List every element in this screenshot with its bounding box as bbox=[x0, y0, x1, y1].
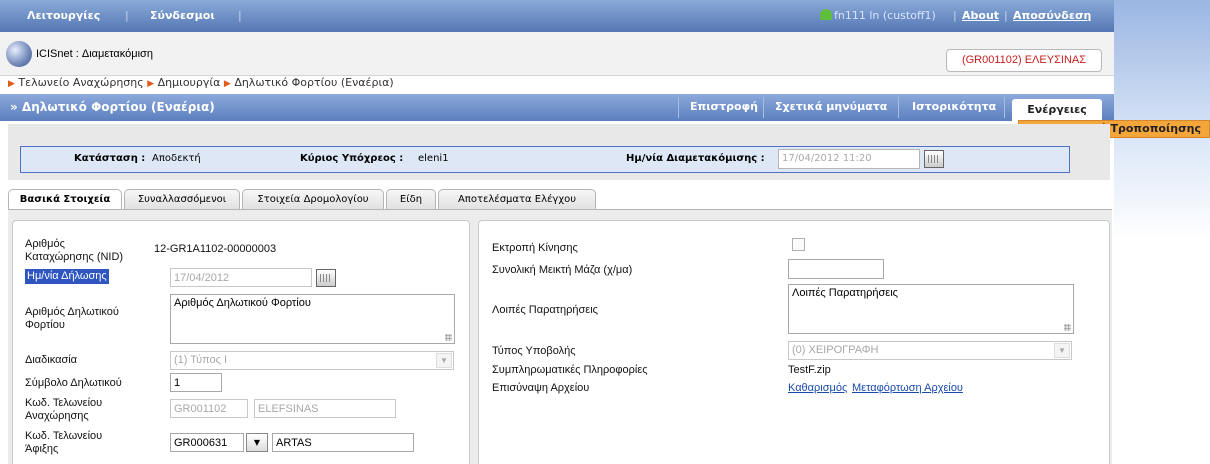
procedure-select: (1) Τύπος Ι ▼ bbox=[170, 351, 454, 370]
upload-file-link[interactable]: Μεταφόρτωση Αρχείου bbox=[852, 382, 963, 394]
divider bbox=[763, 97, 764, 118]
divider bbox=[898, 97, 899, 118]
transit-date-field: 17/04/2012 11:20 bbox=[778, 149, 920, 169]
procedure-value: (1) Τύπος Ι bbox=[174, 354, 228, 366]
menu-separator: | bbox=[953, 9, 957, 22]
divider bbox=[678, 97, 679, 118]
departure-office-name-field: ELEFSINAS bbox=[254, 399, 396, 418]
menu-separator: | bbox=[125, 9, 129, 22]
history-button[interactable]: Ιστορικότητα bbox=[912, 100, 996, 113]
user-icon bbox=[820, 9, 832, 20]
tab-basic-info[interactable]: Βασικά Στοιχεία bbox=[8, 189, 122, 211]
icisnet-logo-icon bbox=[6, 41, 32, 67]
user-name: fn111 ln (custoff1) bbox=[834, 9, 936, 22]
breadcrumb-item: Δηλωτικό Φορτίου (Εναέρια) bbox=[234, 76, 394, 89]
chevron-down-icon: ▼ bbox=[253, 438, 261, 447]
top-menu-bar: Λειτουργίες | Σύνδεσμοι | fn111 ln (cust… bbox=[0, 0, 1114, 32]
declaration-date-field: 17/04/2012 bbox=[170, 268, 312, 287]
divider bbox=[1004, 97, 1005, 118]
breadcrumb-item[interactable]: Τελωνείο Αναχώρησης bbox=[18, 76, 143, 89]
submission-type-value: (0) ΧΕΙΡΟΓΡΑΦΗ bbox=[792, 344, 879, 356]
tab-control-results[interactable]: Αποτελέσματα Ελέγχου bbox=[438, 189, 596, 210]
menu-functions[interactable]: Λειτουργίες bbox=[27, 9, 100, 22]
attach-file-label: Επισύναψη Αρχείου bbox=[492, 382, 590, 394]
gross-mass-field[interactable] bbox=[788, 259, 884, 279]
chevron-down-icon: ▼ bbox=[1054, 343, 1070, 358]
diversion-checkbox bbox=[792, 238, 805, 251]
chevron-down-icon: ▼ bbox=[436, 353, 452, 368]
breadcrumb-item[interactable]: Δημιουργία bbox=[158, 76, 221, 89]
current-user: fn111 ln (custoff1) bbox=[820, 9, 936, 22]
nid-label: Αριθμός Καταχώρησης (NID) bbox=[25, 238, 124, 263]
logout-link[interactable]: Αποσύνδεση bbox=[1013, 9, 1091, 22]
manifest-number-textarea[interactable]: Αριθμός Δηλωτικού Φορτίου bbox=[170, 294, 455, 344]
nid-value: 12-GR1A1102-00000003 bbox=[154, 243, 277, 255]
calendar-icon[interactable] bbox=[316, 269, 336, 287]
transit-date-label: Ημ/νία Διαμετακόμισης : bbox=[626, 153, 765, 164]
tab-items[interactable]: Είδη bbox=[386, 189, 436, 210]
arrival-office-name-field[interactable]: ARTAS bbox=[272, 433, 414, 452]
menu-separator: | bbox=[1004, 9, 1008, 22]
breadcrumb-arrow-icon: ▶ bbox=[223, 79, 231, 89]
remarks-label: Λοιπές Παρατηρήσεις bbox=[492, 304, 598, 316]
related-messages-button[interactable]: Σχετικά μηνύματα bbox=[775, 100, 887, 113]
office-selector-button[interactable]: (GR001102) ΕΛΕΥΣΙΝΑΣ bbox=[946, 49, 1102, 72]
manifest-number-label: Αριθμός Δηλωτικού Φορτίου bbox=[25, 306, 119, 331]
submission-type-select: (0) ΧΕΙΡΟΓΡΑΦΗ ▼ bbox=[788, 341, 1072, 360]
about-link[interactable]: About bbox=[962, 9, 999, 22]
page-title: » Δηλωτικό Φορτίου (Εναέρια) bbox=[10, 100, 215, 114]
manifest-symbol-field[interactable]: 1 bbox=[170, 373, 222, 392]
page-title-bar: » Δηλωτικό Φορτίου (Εναέρια) Επιστροφή Σ… bbox=[0, 94, 1114, 121]
tab-parties[interactable]: Συναλλασσόμενοι bbox=[124, 189, 240, 210]
calendar-icon[interactable] bbox=[924, 150, 944, 168]
manifest-number-value: Αριθμός Δηλωτικού Φορτίου bbox=[174, 297, 311, 309]
gross-mass-label: Συνολική Μεικτή Μάζα (χ/μα) bbox=[492, 264, 633, 276]
resize-grip-icon[interactable] bbox=[1064, 324, 1071, 331]
owner-label: Κύριος Υπόχρεος : bbox=[300, 153, 404, 164]
arrival-office-label: Κωδ. Τελωνείου Άφιξης bbox=[25, 430, 103, 455]
remarks-textarea[interactable]: Λοιπές Παρατηρήσεις bbox=[788, 284, 1074, 334]
breadcrumb-arrow-icon: ▶ bbox=[8, 79, 15, 89]
declaration-date-label: Ημ/νία Δήλωσης bbox=[25, 269, 109, 284]
breadcrumb-arrow-icon: ▶ bbox=[147, 79, 155, 89]
procedure-label: Διαδικασία bbox=[25, 354, 78, 366]
resize-grip-icon[interactable] bbox=[445, 334, 452, 341]
actions-menu-button[interactable]: Ενέργειες bbox=[1012, 99, 1102, 121]
menu-separator: | bbox=[238, 9, 242, 22]
tab-route-info[interactable]: Στοιχεία Δρομολογίου bbox=[242, 189, 384, 210]
state-value: Αποδεκτή bbox=[152, 153, 201, 164]
submission-type-label: Τύπος Υποβολής bbox=[492, 345, 576, 357]
supplementary-info-label: Συμπληρωματικές Πληροφορίες bbox=[492, 364, 648, 376]
departure-office-code-field: GR001102 bbox=[170, 399, 248, 418]
supplementary-info-value: TestF.zip bbox=[788, 364, 831, 376]
clear-attachment-link[interactable]: Καθαρισμός bbox=[788, 382, 847, 394]
back-button[interactable]: Επιστροφή bbox=[690, 100, 758, 113]
state-label: Κατάσταση : bbox=[74, 153, 146, 164]
app-title: ICISnet : Διαμετακόμιση bbox=[36, 48, 153, 60]
owner-value: eleni1 bbox=[418, 153, 449, 164]
diversion-label: Εκτροπή Κίνησης bbox=[492, 242, 578, 254]
arrival-office-code-field[interactable]: GR000631 bbox=[170, 433, 244, 452]
breadcrumb: ▶ Τελωνείο Αναχώρησης ▶ Δημιουργία ▶ Δηλ… bbox=[8, 76, 394, 89]
menu-links[interactable]: Σύνδεσμοι bbox=[150, 9, 215, 22]
remarks-value: Λοιπές Παρατηρήσεις bbox=[792, 287, 898, 299]
manifest-symbol-label: Σύμβολο Δηλωτικού bbox=[25, 377, 122, 389]
arrival-office-lookup-button[interactable]: ▼ bbox=[246, 433, 268, 452]
departure-office-label: Κωδ. Τελωνείου Αναχώρησης bbox=[25, 397, 103, 422]
